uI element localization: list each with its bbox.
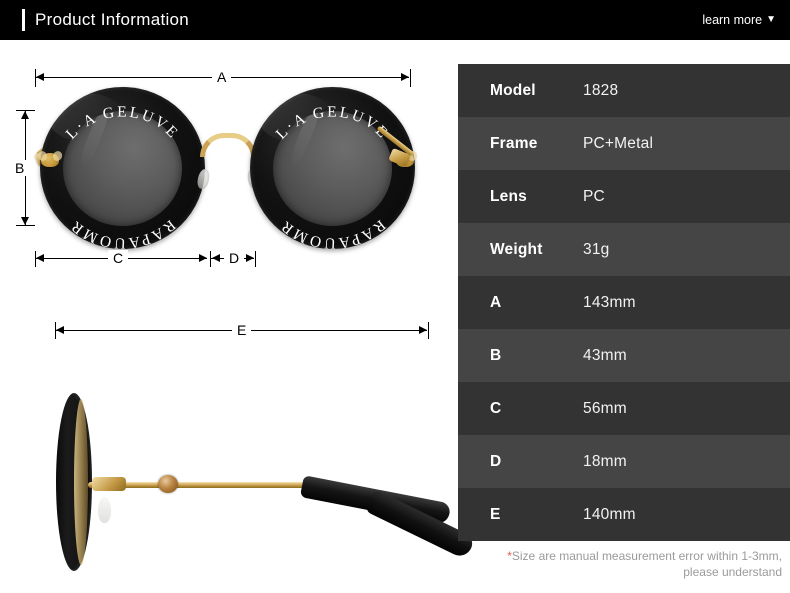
table-row: Frame PC+Metal [458,117,790,170]
learn-more-label: learn more [702,13,763,27]
right-lens-unit: L·A GELUVE RAPAUOMR [250,87,415,249]
spec-value: 43mm [583,346,627,364]
sunglasses-front-view: L·A GELUVE RAPAUOMR L·A GELUVE [30,85,425,250]
spec-label: C [490,399,502,417]
dimension-c-arrow-left [36,254,44,262]
dimension-a-arrow-right [401,73,409,81]
svg-text:RAPAUOMR: RAPAUOMR [66,216,178,249]
page-header: Product Information learn more ▼ [0,0,790,40]
table-row: A 143mm [458,276,790,329]
spec-label: Lens [490,187,527,205]
dimension-c-arrow-right [199,254,207,262]
spec-value: 18mm [583,452,627,470]
dimension-d-tick-right [255,251,256,267]
dimension-b-arrow-bottom [21,217,29,225]
table-row: E 140mm [458,488,790,541]
spec-label: Weight [490,240,543,258]
svg-text:RAPAUOMR: RAPAUOMR [276,216,388,249]
spec-value: 140mm [583,505,636,523]
table-row: Model 1828 [458,64,790,117]
table-row: B 43mm [458,329,790,382]
sunglasses-side-view [40,365,476,571]
dimension-e-tick-right [428,322,429,339]
side-frame-rim-metal [74,399,88,565]
dimension-d-arrow-left [212,254,220,262]
dimension-e-arrow-left [56,326,64,334]
note-line-2: please understand [683,565,782,579]
dimension-d-label: D [224,250,245,266]
chevron-down-icon: ▼ [766,14,776,25]
spec-value: 56mm [583,399,627,417]
spec-label: Frame [490,134,538,152]
dimension-e-arrow-right [419,326,427,334]
side-hinge [92,477,126,491]
spec-value: PC+Metal [583,134,654,152]
side-nose-pad [98,497,111,523]
spec-value: PC [583,187,605,205]
table-row: Lens PC [458,170,790,223]
table-row: D 18mm [458,435,790,488]
spec-value: 31g [583,240,610,258]
side-bee-ornament [158,475,178,493]
product-figures: A B L·A GELUVE RAPAUOMR L·A GELUV RAPAUO… [0,40,476,593]
product-information-page: Product Information learn more ▼ A B L·A… [0,0,790,593]
spec-value: 143mm [583,293,636,311]
svg-text:L·A GELUVE: L·A GELUVE [63,103,183,142]
spec-label: E [490,505,501,523]
left-brand-text: L·A GELUVE RAPAUOMR [63,103,183,249]
page-title: Product Information [35,10,190,29]
table-row: C 56mm [458,382,790,435]
note-line-1: Size are manual measurement error within… [511,549,782,563]
specification-table: Model 1828 Frame PC+Metal Lens PC Weight… [458,64,790,541]
dimension-c-label: C [108,250,129,266]
spec-label: B [490,346,502,364]
left-bee-ornament [41,153,59,167]
header-accent-bar [22,9,25,31]
left-lens-unit: L·A GELUVE RAPAUOMR [40,87,205,249]
table-row: Weight 31g [458,223,790,276]
svg-text:L·A GELUVE: L·A GELUVE [273,103,393,142]
measurement-note: *Size are manual measurement error withi… [458,548,790,580]
dimension-b-arrow-top [21,111,29,119]
dimension-b-label: B [10,160,30,176]
spec-label: A [490,293,502,311]
right-brand-text: L·A GELUVE RAPAUOMR [273,103,393,249]
spec-label: D [490,452,502,470]
dimension-e-label: E [232,322,252,338]
dimension-a-arrow-left [36,73,44,81]
dimension-a-label: A [212,69,232,85]
dimension-d-tick-left [210,251,211,267]
spec-label: Model [490,81,536,99]
dimension-d-arrow-right [246,254,254,262]
learn-more-button[interactable]: learn more ▼ [702,13,776,27]
spec-value: 1828 [583,81,619,99]
nose-bridge [200,133,256,157]
